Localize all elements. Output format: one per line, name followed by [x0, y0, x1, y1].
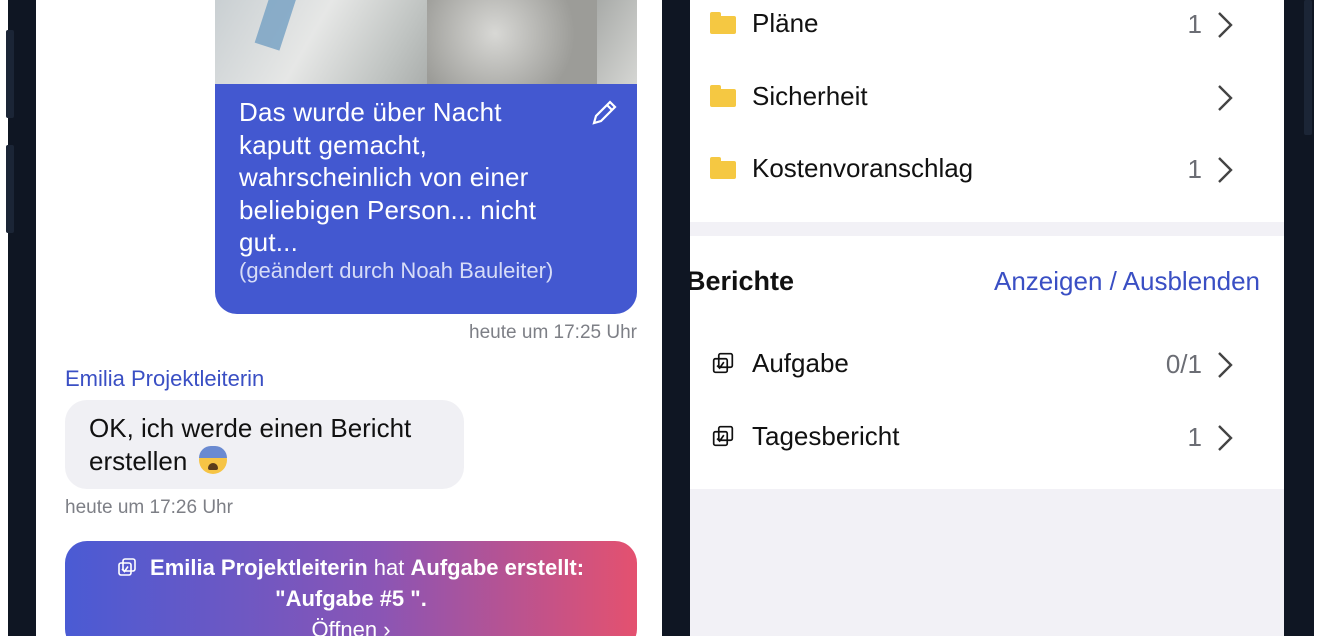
sender-name[interactable]: Emilia Projektleiterin	[65, 366, 264, 392]
report-row-aufgabe[interactable]: Aufgabe 0/1	[690, 340, 1284, 400]
toggle-visibility-link[interactable]: Anzeigen / Ausblenden	[994, 266, 1260, 297]
folder-label: Pläne	[752, 8, 819, 38]
chevron-right-icon	[1218, 12, 1233, 38]
report-label: Aufgabe	[752, 348, 849, 378]
chat-screen: Das wurde über Nacht kaputt gemacht, wah…	[36, 0, 662, 636]
pencil-icon[interactable]	[589, 98, 619, 128]
task-check-icon	[712, 352, 734, 374]
message-text: OK, ich werde einen Bericht erstellen	[89, 412, 449, 477]
own-message-bubble[interactable]: Das wurde über Nacht kaputt gemacht, wah…	[215, 84, 637, 314]
open-task-link[interactable]: Öffnen ›	[65, 617, 637, 636]
task-verb: hat	[373, 555, 405, 580]
chevron-right-icon	[1218, 425, 1233, 451]
incoming-message-bubble[interactable]: OK, ich werde einen Bericht erstellen	[65, 400, 464, 489]
left-phone-frame: Das wurde über Nacht kaputt gemacht, wah…	[6, 0, 694, 636]
reply-text: OK, ich werde einen Bericht erstellen	[89, 413, 412, 476]
chevron-right-icon: ›	[383, 617, 391, 636]
report-count: 1	[1187, 422, 1202, 452]
right-phone-frame: Pläne 1 Sicherheit Kostenvoranschlag 1 B…	[664, 0, 1314, 636]
files-screen: Pläne 1 Sicherheit Kostenvoranschlag 1 B…	[690, 0, 1284, 636]
report-count: 0/1	[1165, 349, 1202, 379]
task-check-icon	[118, 558, 136, 576]
message-timestamp: heute um 17:25 Uhr	[469, 322, 637, 343]
photo-detail	[427, 0, 597, 84]
chevron-right-icon	[1218, 352, 1233, 378]
chevron-right-icon	[1218, 157, 1233, 183]
folder-icon	[710, 157, 736, 179]
task-notice-line: Emilia Projektleiterin hat Aufgabe erste…	[65, 555, 637, 581]
section-title: Berichte	[690, 266, 795, 296]
open-label: Öffnen	[311, 617, 378, 636]
folder-row-kostenvoranschlag[interactable]: Kostenvoranschlag 1	[690, 145, 1284, 205]
folder-icon	[710, 85, 736, 107]
task-actor: Emilia Projektleiterin	[150, 555, 368, 580]
chevron-right-icon	[1218, 85, 1233, 111]
folder-label: Sicherheit	[752, 81, 868, 111]
folder-row-plaene[interactable]: Pläne 1	[690, 0, 1284, 60]
folder-row-sicherheit[interactable]: Sicherheit	[690, 73, 1284, 133]
message-timestamp: heute um 17:26 Uhr	[65, 497, 233, 518]
folder-icon	[710, 12, 736, 34]
task-created-card[interactable]: Emilia Projektleiterin hat Aufgabe erste…	[65, 541, 637, 636]
photo-detail	[254, 0, 298, 51]
report-label: Tagesbericht	[752, 421, 900, 451]
folder-count: 1	[1187, 154, 1202, 184]
message-text: Das wurde über Nacht kaputt gemacht, wah…	[239, 97, 537, 257]
folder-label: Kostenvoranschlag	[752, 153, 974, 183]
task-name: "Aufgabe #5 ".	[275, 586, 427, 611]
side-button	[1304, 0, 1312, 135]
message-photo[interactable]	[215, 0, 637, 84]
side-button	[6, 145, 14, 233]
edited-note: (geändert durch Noah Bauleiter)	[239, 258, 554, 283]
task-check-icon	[712, 425, 734, 447]
task-action: Aufgabe erstellt:	[410, 555, 585, 580]
side-button	[6, 30, 14, 118]
report-row-tagesbericht[interactable]: Tagesbericht 1	[690, 413, 1284, 473]
reports-section: Berichte Anzeigen / Ausblenden Aufgabe 0…	[690, 236, 1284, 489]
folder-count: 1	[1187, 9, 1202, 39]
folder-list: Pläne 1 Sicherheit Kostenvoranschlag 1	[690, 0, 1284, 222]
fearful-face-emoji-icon	[198, 445, 227, 474]
